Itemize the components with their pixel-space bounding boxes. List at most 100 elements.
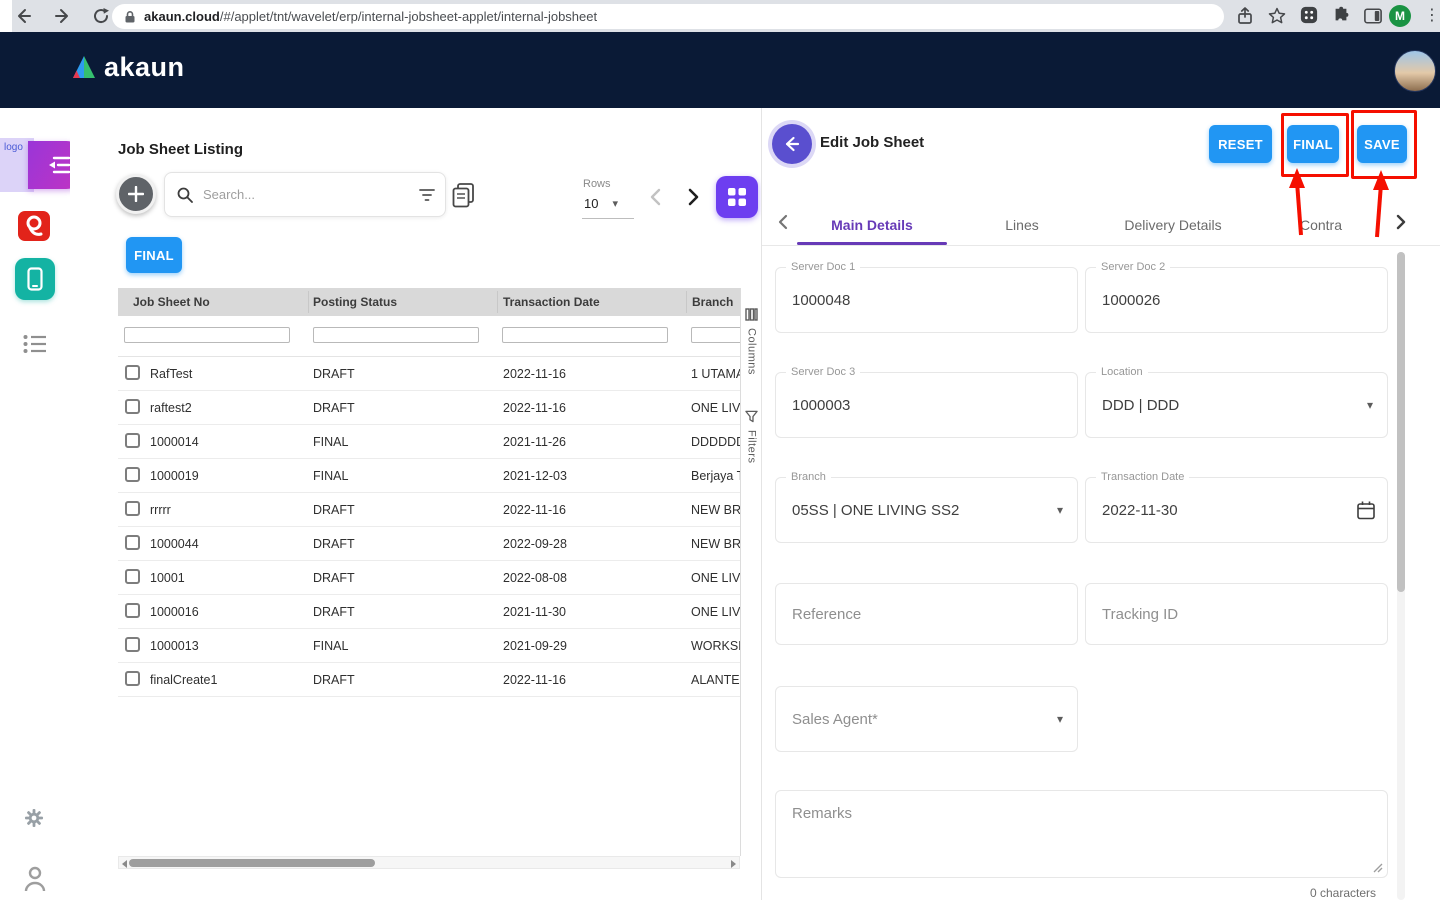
cell-branch: ONE LIVIN xyxy=(691,561,740,594)
user-avatar[interactable] xyxy=(1394,50,1436,92)
url-bar[interactable]: akaun.cloud/#/applet/tnt/wavelet/erp/int… xyxy=(112,4,1224,29)
horizontal-scrollbar[interactable] xyxy=(118,856,740,869)
row-checkbox[interactable] xyxy=(125,399,140,414)
remarks-placeholder: Remarks xyxy=(792,805,852,822)
pdf-applet-icon[interactable] xyxy=(17,210,51,242)
browser-reload-icon[interactable] xyxy=(92,7,110,25)
server-doc-3-field[interactable]: Server Doc 3 1000003 xyxy=(775,372,1078,438)
table-row[interactable]: 1000013FINAL2021-09-29WORKSH xyxy=(118,629,740,663)
remarks-textarea[interactable]: Remarks xyxy=(775,790,1388,878)
vertical-scrollbar[interactable] xyxy=(1397,252,1405,900)
tabs-scroll-left-icon[interactable] xyxy=(774,212,794,232)
gear-icon[interactable] xyxy=(24,808,44,828)
back-button[interactable] xyxy=(772,124,812,164)
cell-posting-status: DRAFT xyxy=(313,595,355,628)
chevron-down-icon[interactable]: ▾ xyxy=(1057,712,1063,726)
cell-branch: Berjaya Ti xyxy=(691,459,740,492)
page-next-icon[interactable] xyxy=(682,186,704,208)
scroll-left-arrow[interactable] xyxy=(122,860,127,868)
cell-posting-status: DRAFT xyxy=(313,561,355,594)
table-row[interactable]: RafTestDRAFT2022-11-161 UTAMA xyxy=(118,357,740,391)
columns-side-tab[interactable]: Columns xyxy=(741,308,762,375)
location-select[interactable]: Location DDD | DDD ▾ xyxy=(1085,372,1388,438)
search-input[interactable] xyxy=(201,186,419,203)
table-row[interactable]: 1000016DRAFT2021-11-30ONE LIVIN xyxy=(118,595,740,629)
table-row[interactable]: 1000044DRAFT2022-09-28NEW BRA xyxy=(118,527,740,561)
horizontal-scroll-thumb[interactable] xyxy=(129,859,375,867)
reset-button[interactable]: RESET xyxy=(1209,125,1272,163)
bookmark-star-icon[interactable] xyxy=(1268,7,1286,25)
row-checkbox[interactable] xyxy=(125,467,140,482)
page-previous-icon[interactable] xyxy=(646,186,668,208)
tracking-id-input[interactable]: Tracking ID xyxy=(1085,583,1388,645)
cell-transaction-date: 2021-09-29 xyxy=(503,629,567,662)
branch-value: 05SS | ONE LIVING SS2 xyxy=(792,478,1041,542)
tab-delivery-details[interactable]: Delivery Details xyxy=(1108,205,1238,245)
side-panel-icon[interactable] xyxy=(1364,7,1382,25)
final-button[interactable]: FINAL xyxy=(1287,125,1339,163)
browser-back-icon[interactable] xyxy=(14,7,32,25)
job-sheet-listing-panel: Job Sheet Listing Rows xyxy=(70,108,762,900)
view-module-button[interactable] xyxy=(716,176,758,218)
chevron-down-icon[interactable]: ▾ xyxy=(1367,398,1373,412)
filter-input-branch[interactable] xyxy=(691,327,740,343)
sales-agent-select[interactable]: Sales Agent* ▾ xyxy=(775,686,1078,752)
listing-final-button[interactable]: FINAL xyxy=(126,237,182,273)
url-text: akaun.cloud/#/applet/tnt/wavelet/erp/int… xyxy=(144,9,597,24)
reference-input[interactable]: Reference xyxy=(775,583,1078,645)
table-row[interactable]: 10001DRAFT2022-08-08ONE LIVIN xyxy=(118,561,740,595)
chevron-down-icon[interactable]: ▾ xyxy=(1057,503,1063,517)
filters-side-tab[interactable]: Filters xyxy=(741,410,762,463)
table-row[interactable]: raftest2DRAFT2022-11-16ONE LIVIN xyxy=(118,391,740,425)
header-transaction-date: Transaction Date xyxy=(503,288,600,316)
tab-lines[interactable]: Lines xyxy=(987,205,1057,245)
server-doc-2-field[interactable]: Server Doc 2 1000026 xyxy=(1085,267,1388,333)
resize-handle-icon[interactable] xyxy=(1373,863,1383,873)
row-checkbox[interactable] xyxy=(125,501,140,516)
tabs-scroll-right-icon[interactable] xyxy=(1390,212,1410,232)
cell-job-sheet-no: 10001 xyxy=(150,561,185,594)
tab-main-details[interactable]: Main Details xyxy=(797,205,947,245)
browser-profile-avatar[interactable]: M xyxy=(1389,5,1411,27)
table-row[interactable]: rrrrrDRAFT2022-11-16NEW BRA xyxy=(118,493,740,527)
branch-select[interactable]: Branch 05SS | ONE LIVING SS2 ▾ xyxy=(775,477,1078,543)
filter-input-transaction-date[interactable] xyxy=(502,327,668,343)
row-checkbox[interactable] xyxy=(125,603,140,618)
share-icon[interactable] xyxy=(1236,7,1254,25)
add-job-sheet-button[interactable] xyxy=(116,174,156,214)
profile-person-icon[interactable] xyxy=(24,866,46,892)
row-checkbox[interactable] xyxy=(125,433,140,448)
table-row[interactable]: 1000014FINAL2021-11-26DDDDDD xyxy=(118,425,740,459)
rows-per-page-select[interactable]: 10 ▾ xyxy=(584,196,618,211)
row-checkbox[interactable] xyxy=(125,535,140,550)
filter-input-posting-status[interactable] xyxy=(313,327,479,343)
table-row[interactable]: 1000019FINAL2021-12-03Berjaya Ti xyxy=(118,459,740,493)
header-branch: Branch xyxy=(692,288,733,316)
brand-logo[interactable]: akaun xyxy=(70,52,185,83)
server-doc-1-field[interactable]: Server Doc 1 1000048 xyxy=(775,267,1078,333)
filter-list-icon[interactable] xyxy=(419,188,435,202)
save-button[interactable]: SAVE xyxy=(1357,125,1407,163)
scroll-right-arrow[interactable] xyxy=(731,860,736,868)
extension-dots-icon[interactable] xyxy=(1300,6,1318,24)
row-checkbox[interactable] xyxy=(125,671,140,686)
table-filter-row xyxy=(118,316,740,357)
filter-input-job-sheet-no[interactable] xyxy=(124,327,290,343)
row-checkbox[interactable] xyxy=(125,637,140,652)
browser-forward-icon[interactable] xyxy=(54,7,72,25)
cell-transaction-date: 2021-11-26 xyxy=(503,425,566,458)
vertical-scroll-thumb[interactable] xyxy=(1397,252,1405,592)
table-row[interactable]: finalCreate1DRAFT2022-11-16ALANTES xyxy=(118,663,740,697)
mobile-applet-icon[interactable] xyxy=(15,258,55,300)
row-checkbox[interactable] xyxy=(125,569,140,584)
list-applet-icon[interactable] xyxy=(23,334,47,354)
browser-menu-icon[interactable]: ⋮ xyxy=(1424,4,1440,28)
row-checkbox[interactable] xyxy=(125,365,140,380)
cell-transaction-date: 2022-09-28 xyxy=(503,527,567,560)
transaction-date-field[interactable]: Transaction Date 2022-11-30 xyxy=(1085,477,1388,543)
calendar-icon[interactable] xyxy=(1357,501,1375,520)
tab-contra[interactable]: Contra xyxy=(1290,205,1352,245)
extensions-puzzle-icon[interactable] xyxy=(1332,6,1350,24)
duplicate-copy-icon[interactable] xyxy=(452,183,475,208)
editor-title: Edit Job Sheet xyxy=(820,134,924,151)
